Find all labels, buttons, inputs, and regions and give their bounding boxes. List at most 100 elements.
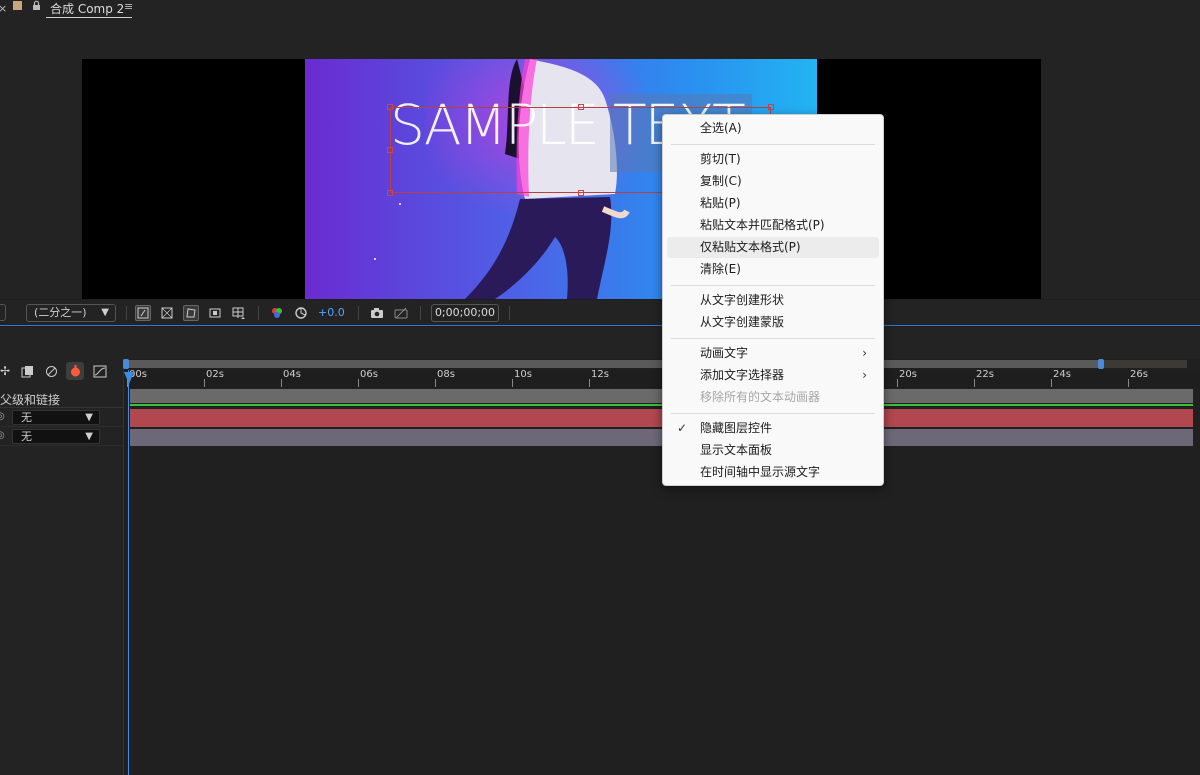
frame-blending-icon[interactable] (42, 362, 60, 380)
work-area-bar[interactable] (125, 360, 1187, 368)
graph-editor-icon[interactable] (91, 362, 109, 380)
menu-separator (671, 413, 875, 414)
bbox-handle-bottom-middle[interactable] (578, 190, 584, 196)
menu-item-remove-animators: 移除所有的文本动画器 (667, 387, 879, 408)
reset-exposure-icon[interactable] (293, 305, 309, 321)
tab-menu-icon[interactable]: ≡ (124, 0, 133, 13)
work-area-start-handle[interactable] (123, 359, 129, 369)
parent-dropdown[interactable]: 无 ▼ (12, 429, 100, 444)
ruler-tick-label: 06s (358, 369, 378, 387)
current-time-display[interactable]: 0;00;00;00 (431, 304, 499, 322)
show-snapshot-icon[interactable] (393, 305, 409, 321)
bbox-handle-top-left[interactable] (387, 104, 393, 110)
menu-item-clear[interactable]: 清除(E) (667, 259, 879, 280)
menu-item-create-shapes[interactable]: 从文字创建形状 (667, 290, 879, 311)
parent-value: 无 (21, 411, 32, 424)
menu-item-label: 隐藏图层控件 (700, 421, 773, 435)
menu-separator (671, 338, 875, 339)
transparency-grid-icon[interactable] (159, 305, 175, 321)
menu-item-show-text-panel[interactable]: 显示文本面板 (667, 440, 879, 461)
bbox-handle-bottom-left[interactable] (387, 190, 393, 196)
menu-item-label: 清除(E) (700, 262, 741, 276)
resolution-dropdown[interactable]: (二分之一) ▼ (26, 304, 116, 322)
menu-item-select-all[interactable]: 全选(A) (667, 118, 879, 139)
menu-item-animate-text[interactable]: 动画文字 › (667, 343, 879, 364)
panel-background (0, 327, 1200, 359)
ruler-tick-label: 04s (281, 369, 301, 387)
menu-item-label: 在时间轴中显示源文字 (700, 465, 821, 479)
menu-item-add-text-selector[interactable]: 添加文字选择器 › (667, 365, 879, 386)
chevron-down-icon: ▼ (85, 431, 93, 442)
menu-item-label: 显示文本面板 (700, 443, 773, 457)
menu-item-label: 从文字创建形状 (700, 293, 785, 307)
menu-item-copy[interactable]: 复制(C) (667, 171, 879, 192)
menu-item-create-masks[interactable]: 从文字创建蒙版 (667, 312, 879, 333)
toolbar-divider (126, 306, 127, 320)
current-time-indicator[interactable] (128, 370, 129, 775)
layer-row[interactable]: ◎ 无 ▼ (0, 428, 123, 446)
menu-item-label: 粘贴(P) (700, 196, 741, 210)
panel-background (0, 22, 1200, 58)
menu-separator (671, 144, 875, 145)
menu-item-label: 全选(A) (700, 121, 742, 135)
grid-guides-icon[interactable] (231, 305, 247, 321)
work-area-end-handle[interactable] (1098, 359, 1104, 369)
parent-value: 无 (21, 430, 32, 443)
spiral-pick-whip-icon[interactable]: ◎ (0, 411, 5, 422)
menu-item-label: 粘贴文本并匹配格式(P) (700, 218, 825, 232)
magnification-dropdown[interactable] (0, 304, 6, 321)
ruler-tick-label: 12s (589, 369, 609, 387)
menu-item-cut[interactable]: 剪切(T) (667, 149, 879, 170)
menu-item-hide-layer-controls[interactable]: ✓ 隐藏图层控件 (667, 418, 879, 439)
color-channels-icon[interactable] (269, 305, 285, 321)
composition-tab-title[interactable]: 合成 Comp 2 (50, 0, 124, 17)
menu-item-label: 从文字创建蒙版 (700, 315, 785, 329)
chevron-down-icon: ▼ (101, 307, 109, 318)
menu-item-label: 添加文字选择器 (700, 368, 785, 382)
bbox-handle-top-middle[interactable] (578, 104, 584, 110)
menu-item-label: 复制(C) (700, 174, 742, 188)
submenu-arrow-icon: › (862, 368, 867, 382)
lock-icon[interactable] (32, 0, 41, 14)
resolution-value: (二分之一) (34, 306, 87, 319)
snapshot-camera-icon[interactable] (369, 305, 385, 321)
close-tab-icon[interactable]: × (0, 2, 7, 15)
ruler-tick-label: 20s (897, 369, 917, 387)
motion-blur-icon[interactable] (66, 362, 84, 380)
menu-item-paste-format-only[interactable]: 仅粘贴文本格式(P) (667, 237, 879, 258)
layer-row[interactable]: ◎ 无 ▼ (0, 409, 123, 427)
exposure-value[interactable]: +0.0 (318, 306, 345, 319)
parent-dropdown[interactable]: 无 ▼ (12, 410, 100, 425)
spiral-pick-whip-icon[interactable]: ◎ (0, 430, 5, 441)
ruler-tick-label: 22s (974, 369, 994, 387)
region-of-interest-icon[interactable] (207, 305, 223, 321)
shy-layers-icon[interactable] (18, 362, 36, 380)
parent-link-column-header[interactable]: 父级和链接 (0, 391, 123, 408)
submenu-arrow-icon: › (862, 346, 867, 360)
fast-previews-icon[interactable] (135, 305, 151, 321)
menu-item-label: 移除所有的文本动画器 (700, 390, 821, 404)
checkmark-icon: ✓ (677, 421, 688, 435)
menu-item-paste-match-format[interactable]: 粘贴文本并匹配格式(P) (667, 215, 879, 236)
toolbar-divider (358, 306, 359, 320)
bbox-handle-top-right[interactable] (768, 104, 774, 110)
draft-3d-icon[interactable]: ✢ (0, 362, 14, 380)
ruler-tick-label: 08s (435, 369, 455, 387)
menu-item-label: 动画文字 (700, 346, 749, 360)
toolbar-divider (420, 306, 421, 320)
toolbar-divider (509, 306, 510, 320)
label-color-swatch (13, 1, 22, 10)
menu-item-show-source-text[interactable]: 在时间轴中显示源文字 (667, 462, 879, 483)
current-time-indicator-head[interactable] (124, 372, 134, 384)
ruler-tick-label: 24s (1051, 369, 1071, 387)
work-area-tail (1101, 360, 1187, 368)
mask-visibility-icon[interactable] (183, 305, 199, 321)
active-tab-underline (46, 17, 132, 18)
menu-item-label: 剪切(T) (700, 152, 741, 166)
toolbar-divider (258, 306, 259, 320)
menu-separator (671, 285, 875, 286)
viewer-toolbar: (二分之一) ▼ +0.0 0;00;00;00 (0, 300, 1200, 326)
menu-item-paste[interactable]: 粘贴(P) (667, 193, 879, 214)
chevron-down-icon: ▼ (85, 412, 93, 423)
bbox-handle-middle-left[interactable] (387, 147, 393, 153)
